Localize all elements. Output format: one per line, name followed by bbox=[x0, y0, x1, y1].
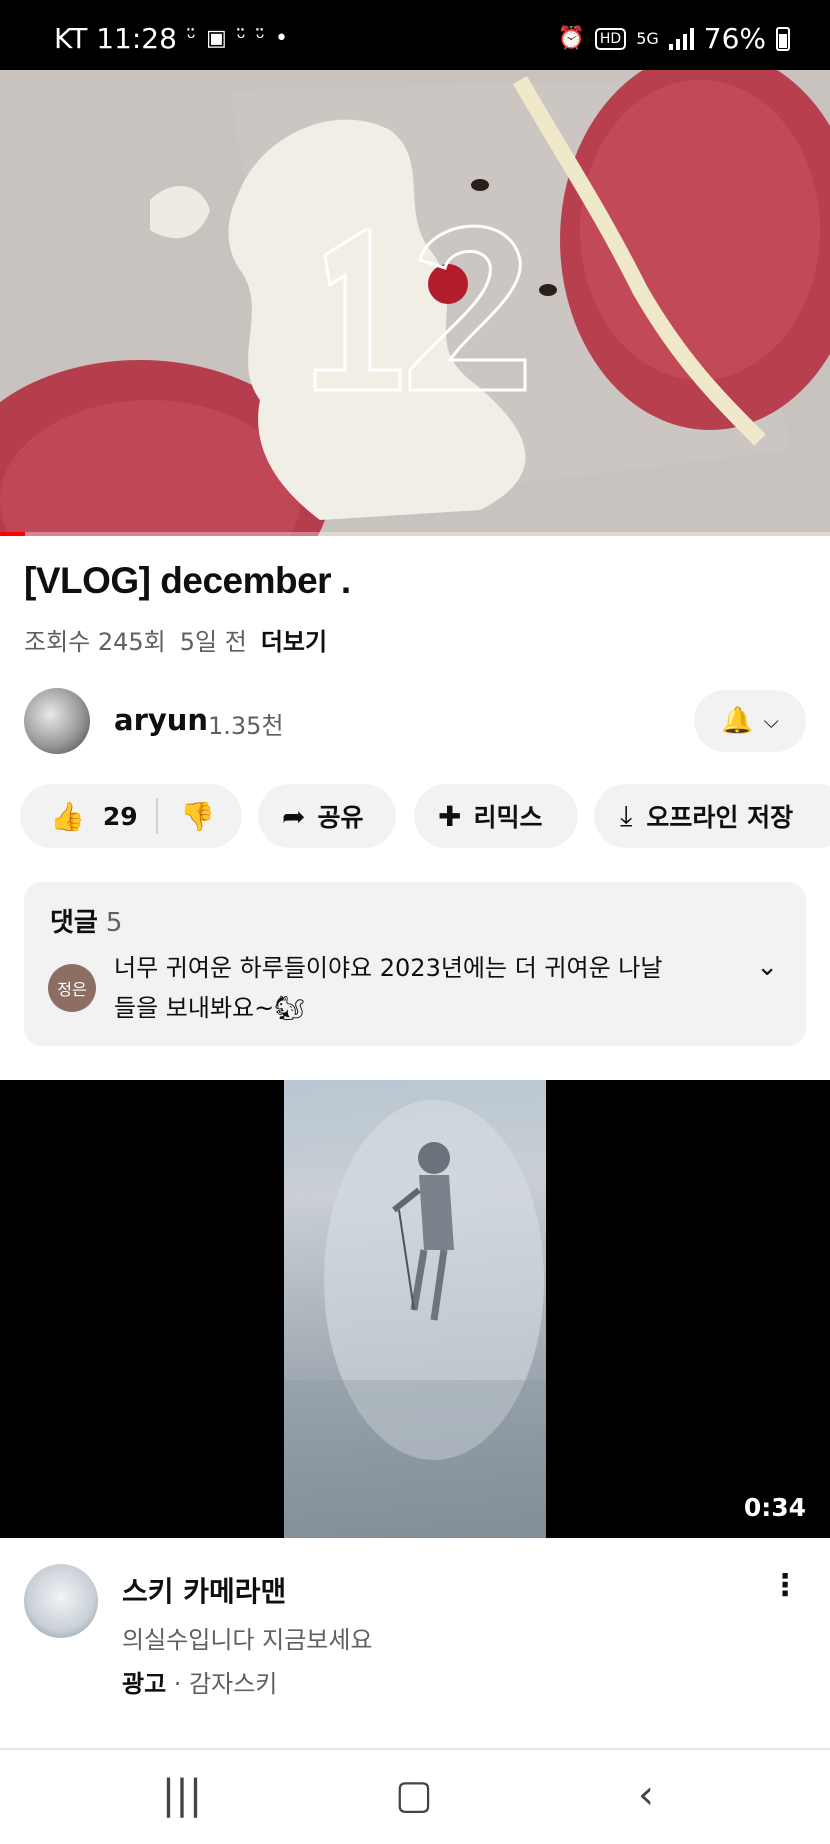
advertiser-name: 감자스키 bbox=[189, 1670, 278, 1698]
skier-figure bbox=[284, 1100, 546, 1538]
video-stats[interactable]: 조회수 245회 5일 전 더보기 bbox=[24, 622, 327, 657]
recent-apps-icon[interactable]: ||| bbox=[142, 1772, 222, 1818]
channel-avatar[interactable] bbox=[24, 688, 90, 754]
view-count: 조회수 245회 bbox=[24, 628, 166, 656]
ad-duration: 0:34 bbox=[743, 1493, 806, 1522]
channel-name[interactable]: aryun bbox=[114, 703, 208, 737]
comments-header: 댓글 5 bbox=[50, 902, 122, 939]
notification-icon: ᵕ̈ bbox=[255, 25, 266, 51]
video-title[interactable]: [VLOG] december . bbox=[24, 560, 351, 602]
share-arrow-icon: ➦ bbox=[282, 799, 306, 833]
dislike-button[interactable]: 👎 bbox=[158, 800, 215, 833]
home-icon[interactable]: ▢ bbox=[374, 1772, 454, 1818]
video-player[interactable] bbox=[0, 70, 830, 536]
commenter-avatar: 정은 bbox=[48, 964, 96, 1012]
video-frame bbox=[0, 70, 830, 536]
notification-bell-button[interactable]: 🔔 ⌵ bbox=[694, 690, 806, 752]
bell-icon: 🔔 bbox=[721, 706, 754, 736]
upload-age: 5일 전 bbox=[179, 628, 247, 656]
battery-icon bbox=[776, 26, 790, 51]
like-dislike-group: 👍 29 👎 bbox=[20, 784, 242, 848]
comments-label: 댓글 bbox=[50, 908, 98, 938]
status-left: KT 11:28 ᵕ̈ ▣ ᵕ̈ ᵕ̈ • bbox=[54, 22, 288, 55]
chevron-down-icon[interactable]: ⌄ bbox=[756, 952, 778, 982]
like-button[interactable]: 👍 29 bbox=[20, 800, 156, 833]
chevron-down-icon: ⌵ bbox=[763, 709, 779, 733]
remix-button[interactable]: ✚ 리믹스 bbox=[414, 784, 578, 848]
ad-video-frame bbox=[284, 1080, 546, 1538]
ad-label: 광고 bbox=[122, 1670, 167, 1698]
notification-icon: ᵕ̈ bbox=[186, 25, 196, 51]
video-progress-bar[interactable] bbox=[0, 532, 830, 536]
system-nav-bar: ||| ▢ ‹ bbox=[0, 1748, 830, 1844]
ad-title[interactable]: 스키 카메라맨 bbox=[122, 1570, 286, 1610]
action-bar: 👍 29 👎 ➦ 공유 ✚ 리믹스 ⤓ 오프라인 저장 bbox=[20, 784, 830, 850]
offline-save-button[interactable]: ⤓ 오프라인 저장 bbox=[594, 784, 830, 848]
video-meta: [VLOG] december . bbox=[24, 560, 351, 602]
hd-voice-icon: HD bbox=[594, 27, 627, 50]
channel-row: aryun 1.35천 🔔 ⌵ bbox=[24, 688, 806, 754]
comments-teaser[interactable]: 댓글 5 정은 너무 귀여운 하루들이야요 2023년에는 더 귀여운 나날들을 … bbox=[24, 882, 806, 1046]
more-button[interactable]: 더보기 bbox=[261, 622, 327, 657]
ad-separator: · bbox=[166, 1670, 190, 1698]
back-icon[interactable]: ‹ bbox=[606, 1772, 686, 1818]
video-progress-fill bbox=[0, 532, 25, 536]
carrier-time: KT 11:28 bbox=[54, 22, 177, 55]
alarm-icon: ⏰ bbox=[557, 25, 585, 51]
more-notifications-dot-icon: • bbox=[275, 25, 288, 51]
remix-icon: ✚ bbox=[438, 799, 462, 833]
share-label: 공유 bbox=[317, 803, 364, 832]
like-count: 29 bbox=[102, 801, 138, 831]
status-bar: KT 11:28 ᵕ̈ ▣ ᵕ̈ ᵕ̈ • ⏰ HD 5G 76% bbox=[0, 0, 830, 70]
ad-description: 의실수입니다 지금보세요 bbox=[122, 1626, 373, 1654]
more-options-icon[interactable]: ⋮ bbox=[770, 1568, 800, 1603]
comments-count: 5 bbox=[105, 908, 123, 938]
advertiser-avatar[interactable] bbox=[24, 1564, 98, 1638]
ad-info[interactable]: 스키 카메라맨 의실수입니다 지금보세요 광고 · 감자스키 ⋮ bbox=[0, 1538, 830, 1748]
signal-icon bbox=[668, 27, 694, 50]
battery-percent: 76% bbox=[703, 22, 766, 55]
status-right: ⏰ HD 5G 76% bbox=[557, 22, 790, 55]
subscriber-count: 1.35천 bbox=[208, 712, 284, 740]
thumbs-up-icon: 👍 bbox=[50, 799, 85, 833]
notification-icon: ᵕ̈ bbox=[236, 25, 246, 51]
share-button[interactable]: ➦ 공유 bbox=[258, 784, 396, 848]
network-type: 5G bbox=[636, 28, 659, 48]
offline-label: 오프라인 저장 bbox=[646, 803, 794, 832]
gallery-icon: ▣ bbox=[206, 25, 227, 51]
download-icon: ⤓ bbox=[620, 799, 633, 832]
top-comment-text: 너무 귀여운 하루들이야요 2023년에는 더 귀여운 나날들을 보내봐요~🐿 bbox=[114, 954, 663, 1022]
ad-sponsor-line: 광고 · 감자스키 bbox=[122, 1664, 277, 1699]
thumbs-down-icon: 👎 bbox=[180, 799, 215, 833]
remix-label: 리믹스 bbox=[473, 803, 543, 832]
ad-video-player[interactable]: 0:34 bbox=[0, 1080, 830, 1538]
